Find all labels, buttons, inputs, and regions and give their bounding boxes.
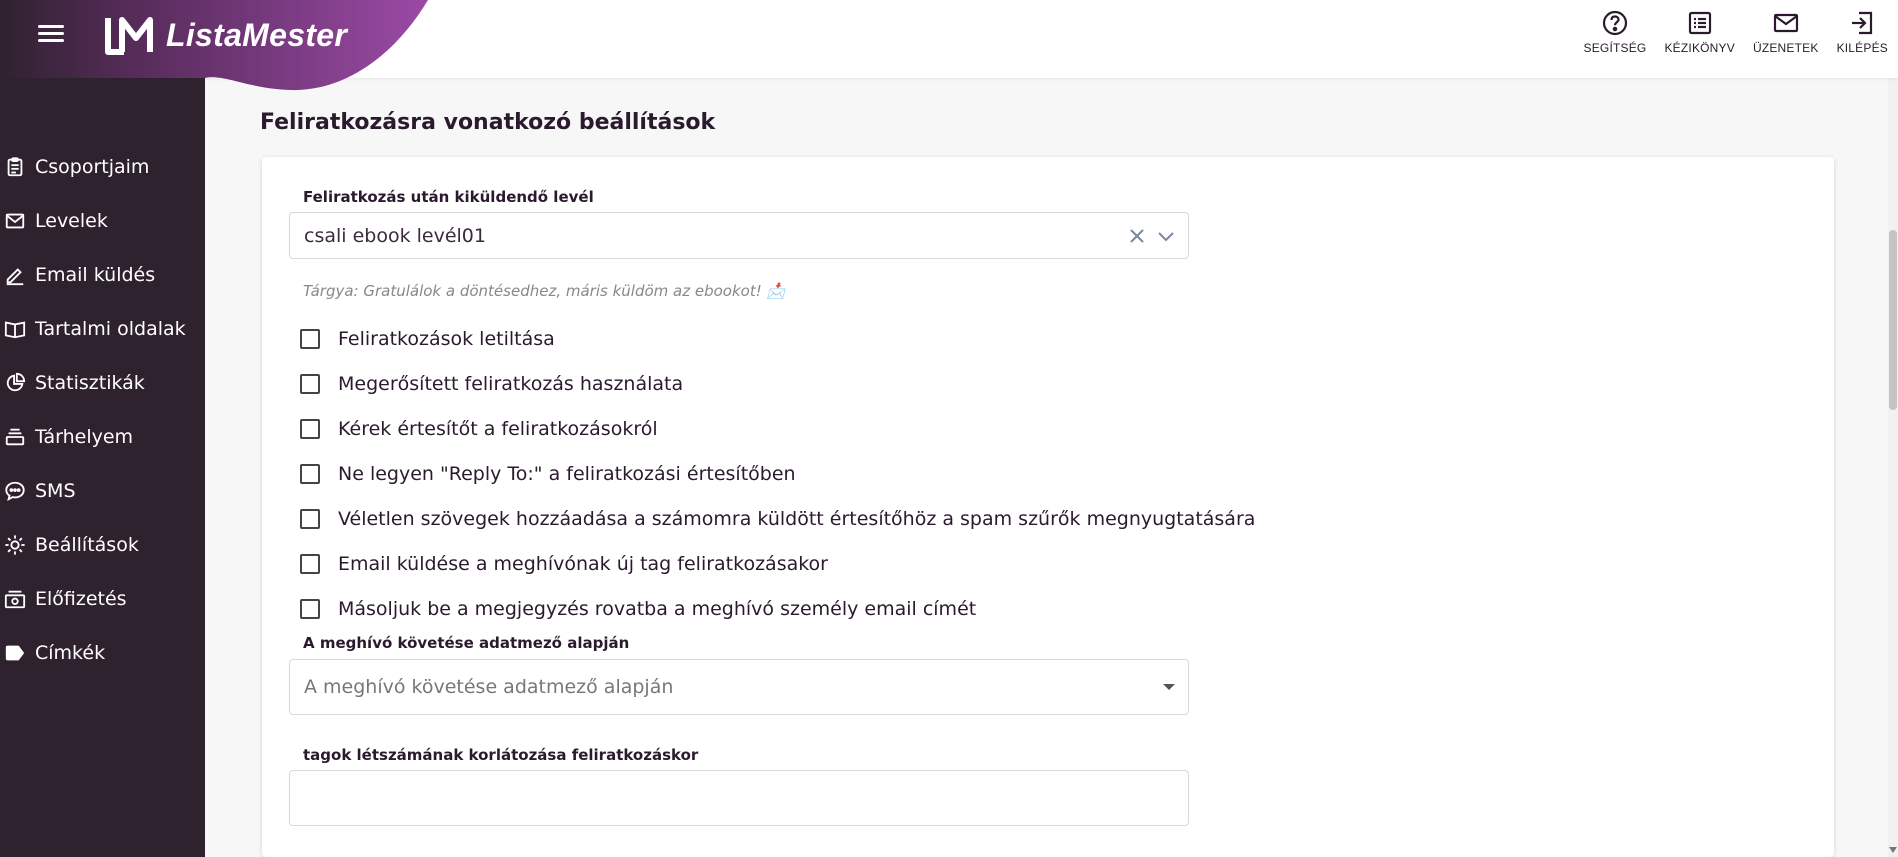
sidebar-item-label: Csoportjaim: [35, 156, 150, 178]
checkbox-disable-subscriptions[interactable]: Feliratkozások letiltása: [300, 316, 1255, 361]
sidebar-item-label: SMS: [35, 480, 76, 502]
app-name: ListaMester: [166, 16, 348, 53]
inviter-field-label: A meghívó követése adatmező alapján: [303, 634, 630, 652]
checkbox-copy-inviter-email[interactable]: Másoljuk be a megjegyzés rovatba a meghí…: [300, 586, 1255, 631]
chevron-down-icon[interactable]: [1156, 227, 1176, 245]
checkbox-no-reply-to[interactable]: Ne legyen "Reply To:" a feliratkozási ér…: [300, 451, 1255, 496]
limit-field-label: tagok létszámának korlátozása feliratkoz…: [303, 746, 699, 764]
checkbox-random-text[interactable]: Véletlen szövegek hozzáadása a számomra …: [300, 496, 1255, 541]
caret-down-icon[interactable]: [1162, 682, 1176, 692]
sidebar-item-label: Levelek: [35, 210, 108, 232]
tag-icon: [5, 645, 25, 661]
checkbox[interactable]: [300, 598, 320, 619]
letter-subject: Tárgya: Gratulálok a döntésedhez, máris …: [303, 282, 786, 300]
inviter-select[interactable]: A meghívó követése adatmező alapján: [289, 659, 1189, 715]
checkbox-notify-subscriptions[interactable]: Kérek értesítőt a feliratkozásokról: [300, 406, 1255, 451]
checkbox-label: Megerősített feliratkozás használata: [338, 372, 684, 395]
sidebar-item-tartalmi-oldalak[interactable]: Tartalmi oldalak: [0, 302, 205, 356]
sidebar-item-cimkek[interactable]: Címkék: [0, 626, 205, 680]
sidebar-nav: Csoportjaim Levelek Email küldés Tartalm…: [0, 140, 205, 680]
scrollbar-thumb[interactable]: [1889, 230, 1897, 410]
menu-toggle-button[interactable]: [38, 22, 64, 44]
sidebar-item-label: Tartalmi oldalak: [35, 318, 186, 340]
scroll-down-arrow[interactable]: [1889, 847, 1897, 853]
checkbox-label: Másoljuk be a megjegyzés rovatba a meghí…: [338, 597, 977, 620]
checkbox-list: Feliratkozások letiltása Megerősített fe…: [300, 316, 1255, 631]
brand-header: ListaMester: [0, 0, 430, 92]
sidebar-item-beallitasok[interactable]: Beállítások: [0, 518, 205, 572]
sidebar-item-tarhelyem[interactable]: Tárhelyem: [0, 410, 205, 464]
select-controls: [1118, 227, 1176, 245]
top-bar: SEGÍTSÉG KÉZIKÖNYV ÜZENETEK KILÉPÉS: [205, 0, 1898, 78]
letter-select-value: csali ebook levél01: [304, 224, 486, 247]
sidebar-item-label: Beállítások: [35, 534, 139, 556]
checkbox[interactable]: [300, 463, 320, 484]
sidebar-item-statisztikak[interactable]: Statisztikák: [0, 356, 205, 410]
select-controls: [1152, 682, 1176, 692]
clipboard-icon: [7, 157, 23, 177]
sidebar-item-label: Előfizetés: [35, 588, 127, 610]
letter-select[interactable]: csali ebook levél01: [289, 212, 1189, 259]
sidebar-item-label: Statisztikák: [35, 372, 145, 394]
gear-icon: [5, 535, 25, 555]
sidebar-item-csoportjaim[interactable]: Csoportjaim: [0, 140, 205, 194]
checkbox[interactable]: [300, 373, 320, 394]
logo-mark-icon: [105, 17, 153, 55]
sidebar-item-email-kuldes[interactable]: Email küldés: [0, 248, 205, 302]
sidebar: Csoportjaim Levelek Email küldés Tartalm…: [0, 0, 205, 857]
mail-icon: [1773, 13, 1798, 33]
checkbox[interactable]: [300, 418, 320, 439]
logout-button[interactable]: KILÉPÉS: [1837, 10, 1888, 55]
sidebar-item-levelek[interactable]: Levelek: [0, 194, 205, 248]
sidebar-item-label: Címkék: [35, 642, 106, 664]
checkbox[interactable]: [300, 328, 320, 349]
checkbox-label: Kérek értesítőt a feliratkozásokról: [338, 417, 658, 440]
pencil-icon: [6, 268, 24, 286]
mail-icon: [5, 213, 25, 229]
checkbox-double-optin[interactable]: Megerősített feliratkozás használata: [300, 361, 1255, 406]
logo[interactable]: ListaMester: [102, 14, 347, 56]
book-icon: [4, 321, 26, 339]
chat-icon: [5, 481, 25, 502]
help-label: SEGÍTSÉG: [1583, 41, 1647, 55]
logout-label: KILÉPÉS: [1836, 41, 1888, 55]
checkbox-label: Email küldése a meghívónak új tag felira…: [338, 552, 828, 575]
letter-field-label: Feliratkozás után kiküldendő levél: [303, 188, 594, 206]
checkbox[interactable]: [300, 508, 320, 529]
logout-icon: [1852, 11, 1873, 35]
inviter-select-placeholder: A meghívó követése adatmező alapján: [304, 676, 674, 698]
manual-button[interactable]: KÉZIKÖNYV: [1664, 10, 1735, 55]
scrollbar[interactable]: [1888, 78, 1898, 857]
messages-button[interactable]: ÜZENETEK: [1753, 10, 1819, 55]
checkbox-email-inviter[interactable]: Email küldése a meghívónak új tag felira…: [300, 541, 1255, 586]
member-limit-input[interactable]: [289, 770, 1189, 826]
manual-label: KÉZIKÖNYV: [1664, 41, 1735, 55]
storage-icon: [5, 428, 25, 446]
page-title: Feliratkozásra vonatkozó beállítások: [260, 110, 716, 135]
checkbox-label: Feliratkozások letiltása: [338, 327, 555, 350]
sidebar-item-sms[interactable]: SMS: [0, 464, 205, 518]
checkbox-label: Véletlen szövegek hozzáadása a számomra …: [338, 507, 1256, 530]
help-icon: [1602, 10, 1628, 36]
sidebar-item-label: Tárhelyem: [35, 426, 134, 448]
checkbox-label: Ne legyen "Reply To:" a feliratkozási ér…: [338, 462, 796, 485]
top-actions: SEGÍTSÉG KÉZIKÖNYV ÜZENETEK KILÉPÉS: [1566, 10, 1888, 55]
checkbox[interactable]: [300, 553, 320, 574]
subscription-icon: [4, 590, 26, 609]
pie-chart-icon: [6, 372, 26, 392]
messages-label: ÜZENETEK: [1752, 41, 1819, 55]
clear-icon[interactable]: [1128, 227, 1146, 245]
sidebar-item-elofizetes[interactable]: Előfizetés: [0, 572, 205, 626]
manual-icon: [1688, 11, 1711, 35]
help-button[interactable]: SEGÍTSÉG: [1584, 10, 1647, 55]
sidebar-item-label: Email küldés: [35, 264, 156, 286]
